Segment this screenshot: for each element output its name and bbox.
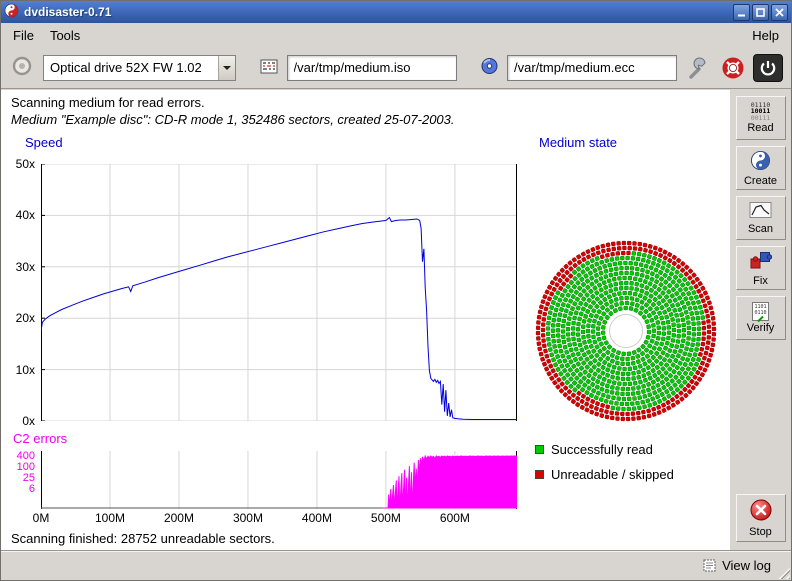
tick-label: 20x [1, 311, 35, 325]
tick-label: 50x [1, 157, 35, 171]
chevron-down-icon [218, 56, 235, 80]
menu-help[interactable]: Help [744, 25, 787, 46]
menu-tools[interactable]: Tools [42, 25, 88, 46]
speed-chart-title: Speed [25, 135, 63, 150]
medium-state-title: Medium state [539, 135, 617, 150]
close-icon [775, 8, 784, 17]
stop-button[interactable]: Stop [736, 494, 786, 542]
tick-label: 40x [1, 208, 35, 222]
medium-state-disc [526, 231, 726, 431]
statusbar: View log [1, 550, 791, 580]
legend-label-read: Successfully read [551, 442, 653, 457]
stop-button-label: Stop [749, 526, 772, 538]
tick-label: 300M [220, 511, 276, 525]
view-log-label: View log [722, 558, 771, 573]
tick-label: 600M [427, 511, 483, 525]
help-button[interactable] [719, 54, 747, 82]
maximize-button[interactable] [752, 4, 769, 21]
tick-label: 100M [82, 511, 138, 525]
create-button-label: Create [744, 175, 777, 187]
binary-read-icon: 01110 10011 00111 [751, 102, 771, 122]
tick-label: 500M [358, 511, 414, 525]
tick-label: 25 [1, 472, 35, 484]
maximize-icon [756, 8, 765, 17]
legend-item-unreadable: Unreadable / skipped [535, 467, 674, 482]
tick-label: 0x [1, 414, 35, 428]
close-button[interactable] [771, 4, 788, 21]
preferences-button[interactable] [685, 54, 713, 82]
view-log-button[interactable]: View log [703, 558, 771, 573]
tick-label: 6 [1, 483, 35, 495]
titlebar[interactable]: dvdisaster-0.71 [1, 1, 791, 23]
toolbar: Optical drive 52X FW 1.02 [1, 47, 791, 89]
scan-button-label: Scan [748, 223, 773, 235]
read-button[interactable]: 01110 10011 00111 Read [736, 96, 786, 140]
ecc-path-input[interactable] [507, 55, 677, 81]
legend-label-unreadable: Unreadable / skipped [551, 467, 674, 482]
tick-label: 200M [151, 511, 207, 525]
fix-button[interactable]: Fix [736, 246, 786, 290]
action-sidebar: 01110 10011 00111 Read Create Scan Fix [730, 90, 791, 550]
window-title: dvdisaster-0.71 [24, 5, 111, 19]
power-icon [758, 58, 778, 78]
create-button[interactable]: Create [736, 146, 786, 190]
legend-item-read: Successfully read [535, 442, 653, 457]
drive-status-icon [9, 53, 35, 82]
yin-yang-icon [750, 150, 771, 174]
menu-file[interactable]: File [5, 25, 42, 46]
c2-chart-title: C2 errors [13, 431, 67, 446]
puzzle-icon [749, 250, 772, 274]
status-line-2: Medium "Example disc": CD-R mode 1, 3524… [11, 112, 455, 127]
scan-button[interactable]: Scan [736, 196, 786, 240]
stop-icon [749, 498, 773, 525]
scan-result-status: Scanning finished: 28752 unreadable sect… [11, 531, 275, 546]
log-icon [703, 559, 716, 572]
window-icon [4, 3, 19, 21]
fix-button-label: Fix [753, 275, 768, 287]
status-line-1: Scanning medium for read errors. [11, 95, 205, 110]
legend-swatch-read [535, 445, 544, 454]
tick-label: 400M [289, 511, 345, 525]
iso-image-icon [260, 58, 279, 78]
app-window: dvdisaster-0.71 File Tools Help Optical … [0, 0, 792, 581]
resize-grip[interactable] [777, 566, 790, 579]
ecc-image-icon [480, 57, 499, 78]
tick-label: 0M [13, 511, 69, 525]
drive-select[interactable]: Optical drive 52X FW 1.02 [43, 55, 236, 81]
minimize-icon [737, 8, 746, 17]
speed-chart [41, 164, 517, 421]
legend-swatch-unreadable [535, 470, 544, 479]
read-button-label: Read [747, 122, 773, 134]
verify-button-label: Verify [747, 322, 775, 334]
checklist-icon: 1101 0110 [752, 302, 769, 321]
drive-select-value: Optical drive 52X FW 1.02 [44, 56, 218, 80]
tick-label: 10x [1, 363, 35, 377]
lifebuoy-icon [721, 56, 745, 80]
verify-button[interactable]: 1101 0110 Verify [736, 296, 786, 340]
wrench-icon [687, 56, 711, 80]
minimize-button[interactable] [733, 4, 750, 21]
scan-curve-icon [749, 201, 772, 222]
quit-button[interactable] [753, 54, 783, 82]
drawing-area: Scanning medium for read errors. Medium … [1, 90, 732, 550]
menubar: File Tools Help [1, 23, 791, 47]
iso-path-input[interactable] [287, 55, 457, 81]
c2-errors-chart [41, 451, 517, 509]
tick-label: 30x [1, 260, 35, 274]
